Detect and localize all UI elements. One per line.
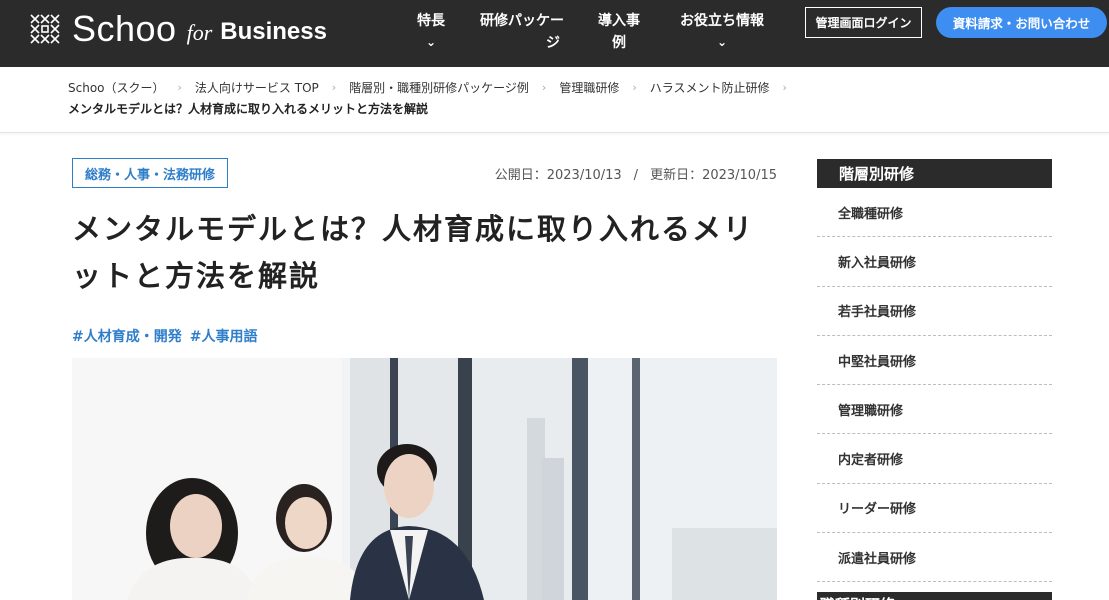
nav-training-packages[interactable]: 研修パッケー ジ bbox=[477, 10, 567, 54]
date-separator: / bbox=[633, 168, 639, 183]
sidebar-item[interactable]: リーダー研修 bbox=[817, 484, 1052, 534]
nav-features-label: 特長 bbox=[417, 13, 445, 29]
business-people-photo bbox=[72, 358, 777, 600]
sidebar-item[interactable]: 管理職研修 bbox=[817, 385, 1052, 435]
breadcrumb-link[interactable]: 法人向けサービス TOP bbox=[195, 79, 319, 96]
published-date: 公開日：2023/10/13 bbox=[494, 168, 622, 183]
category-badge[interactable]: 総務・人事・法務研修 bbox=[72, 158, 229, 188]
nav-case-studies[interactable]: 導入事 例 bbox=[597, 10, 641, 54]
hero-image bbox=[72, 358, 777, 600]
article-dates: 公開日：2023/10/13 / 更新日：2023/10/15 bbox=[495, 164, 777, 183]
breadcrumb-separator-icon: › bbox=[632, 81, 637, 94]
breadcrumb-separator-icon: › bbox=[331, 81, 337, 94]
nav-case-studies-label: 導入事 bbox=[598, 13, 640, 29]
nav-case-studies-label-line2: 例 bbox=[612, 35, 626, 51]
breadcrumb-link[interactable]: 管理職研修 bbox=[559, 79, 619, 96]
breadcrumb-separator-icon: › bbox=[782, 81, 787, 94]
breadcrumb-link[interactable]: ハラスメント防止研修 bbox=[650, 79, 770, 96]
schoo-for-business-logo[interactable]: Schoo for Business bbox=[30, 8, 327, 49]
sidebar-item[interactable]: 若手社員研修 bbox=[817, 287, 1052, 336]
breadcrumb-link[interactable]: Schoo（スクー） bbox=[68, 79, 165, 96]
logo-for-text: for bbox=[186, 20, 213, 45]
sidebar-heading-2: 職種別研修 bbox=[817, 592, 1052, 600]
admin-login-button[interactable]: 管理画面ログイン bbox=[805, 7, 922, 38]
article-tags: #人材育成・開発 #人事用語 bbox=[72, 326, 257, 346]
contact-button[interactable]: 資料請求・お問い合わせ bbox=[936, 7, 1107, 38]
nav-resources-label: お役立ち情報 bbox=[680, 13, 764, 29]
nav-features[interactable]: 特長 ⌄ bbox=[417, 10, 445, 48]
site-header: Schoo for Business 特長 ⌄ 研修パッケー ジ 導入事 例 お… bbox=[0, 0, 1109, 67]
page-title: メンタルモデルとは？人材育成に取り入れるメリットと方法を解説 bbox=[72, 212, 755, 293]
breadcrumb-links: Schoo（スクー） › 法人向けサービス TOP › 階層別・職種別研修パッケ… bbox=[68, 79, 800, 96]
sidebar-item[interactable]: 新入社員研修 bbox=[817, 237, 1052, 287]
breadcrumb-current: メンタルモデルとは？人材育成に取り入れるメリットと方法を解説 bbox=[68, 102, 429, 116]
breadcrumb: Schoo（スクー） › 法人向けサービス TOP › 階層別・職種別研修パッケ… bbox=[0, 67, 1109, 133]
breadcrumb-separator-icon: › bbox=[541, 81, 547, 94]
sidebar-list: 全職種研修 新入社員研修 若手社員研修 中堅社員研修 管理職研修 内定者研修 リ… bbox=[817, 188, 1052, 583]
sidebar-item[interactable]: 中堅社員研修 bbox=[817, 336, 1052, 386]
chevron-down-icon: ⌄ bbox=[425, 35, 437, 49]
sidebar-item[interactable]: 全職種研修 bbox=[817, 188, 1052, 238]
sidebar-heading: 階層別研修 bbox=[817, 159, 1052, 188]
logo-schoo-text: Schoo bbox=[72, 8, 177, 49]
schoo-logo-icon bbox=[30, 14, 60, 44]
nav-training-packages-label-line2: ジ bbox=[546, 35, 560, 51]
tag-link[interactable]: #人材育成・開発 bbox=[72, 326, 182, 346]
tag-link[interactable]: #人事用語 bbox=[190, 326, 258, 346]
chevron-down-icon: ⌄ bbox=[716, 35, 728, 49]
nav-resources[interactable]: お役立ち情報 ⌄ bbox=[680, 10, 764, 48]
updated-date: 更新日：2023/10/15 bbox=[650, 168, 777, 183]
breadcrumb-separator-icon: › bbox=[177, 81, 182, 94]
sidebar-item[interactable]: 内定者研修 bbox=[817, 434, 1052, 484]
logo-business-text: Business bbox=[220, 18, 327, 45]
nav-training-packages-label: 研修パッケー bbox=[480, 13, 564, 29]
breadcrumb-link[interactable]: 階層別・職種別研修パッケージ例 bbox=[349, 79, 529, 96]
sidebar-item[interactable]: 派遣社員研修 bbox=[817, 533, 1052, 583]
